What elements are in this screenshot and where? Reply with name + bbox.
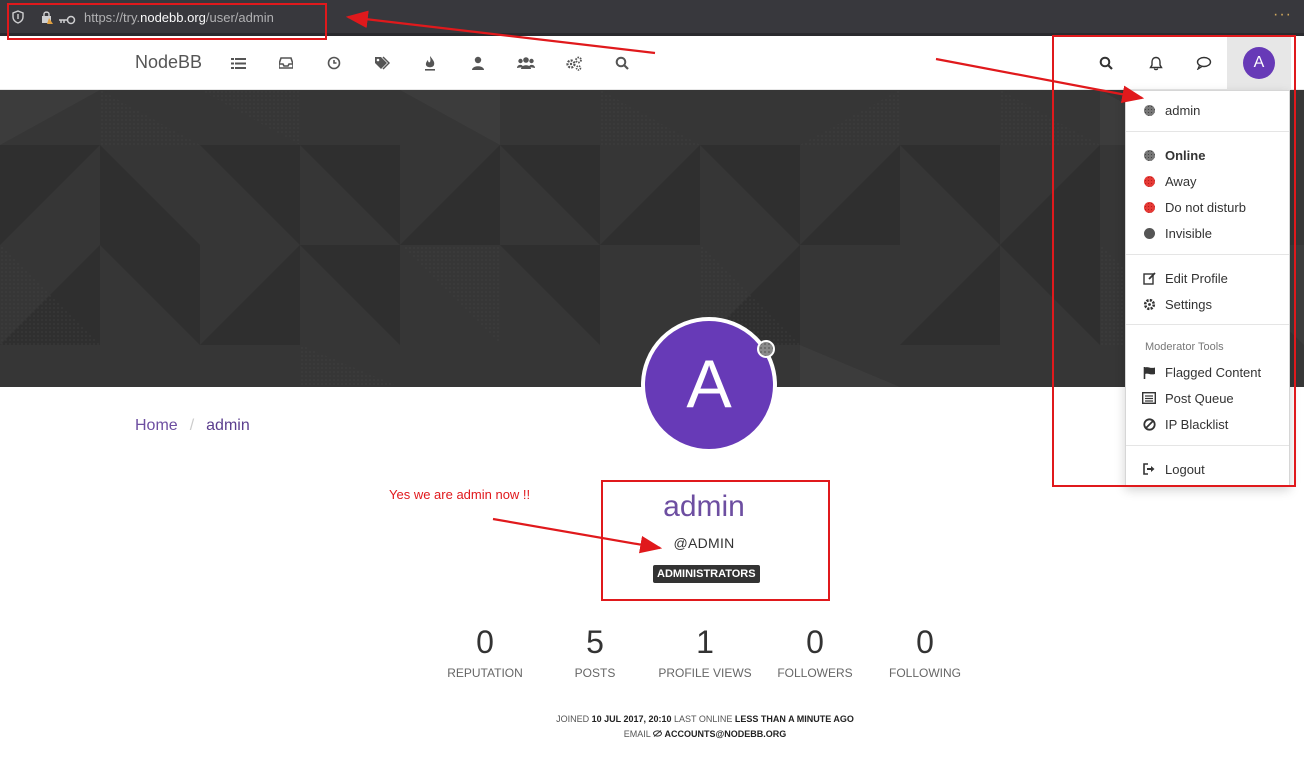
annotation-arrow-url xyxy=(345,10,656,55)
annotation-arrow-dropdown xyxy=(935,57,1145,103)
annotation-arrows xyxy=(345,10,1145,554)
annotation-arrow-profile xyxy=(492,517,663,554)
